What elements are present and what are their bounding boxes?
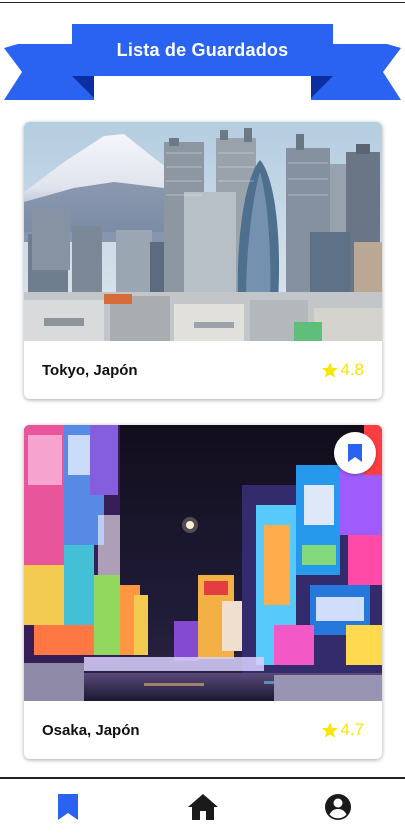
star-icon <box>322 722 339 738</box>
card-footer: Osaka, Japón 4.7 <box>24 701 382 759</box>
account-icon <box>324 794 351 820</box>
bottom-navigation <box>0 777 405 835</box>
nav-saved[interactable] <box>38 782 98 832</box>
nav-home[interactable] <box>173 782 233 832</box>
tokyo-skyline-image[interactable] <box>24 122 382 341</box>
saved-place-card-osaka[interactable]: Osaka, Japón 4.7 <box>24 425 382 759</box>
saved-bookmark-button[interactable] <box>334 432 376 474</box>
osaka-dotonbori-image[interactable] <box>24 425 382 701</box>
top-divider <box>0 2 405 3</box>
bookmark-icon <box>348 444 362 462</box>
rating: 4.8 <box>321 360 364 380</box>
rating-value: 4.7 <box>340 720 364 739</box>
place-name: Tokyo, Japón <box>42 361 138 379</box>
bookmark-icon <box>57 794 78 820</box>
saved-place-card-tokyo[interactable]: Tokyo, Japón 4.8 <box>24 122 382 399</box>
page-title: Lista de Guardados <box>116 39 289 60</box>
header-ribbon: Lista de Guardados <box>0 20 405 104</box>
place-name: Osaka, Japón <box>42 721 140 739</box>
card-footer: Tokyo, Japón 4.8 <box>24 341 382 399</box>
rating: 4.7 <box>321 720 364 740</box>
saved-list-screen: Lista de Guardados Tokyo, Japón 4.8 Osak… <box>0 0 405 835</box>
rating-value: 4.8 <box>340 360 364 379</box>
star-icon <box>322 362 339 378</box>
home-icon <box>187 794 218 820</box>
nav-account[interactable] <box>308 782 368 832</box>
